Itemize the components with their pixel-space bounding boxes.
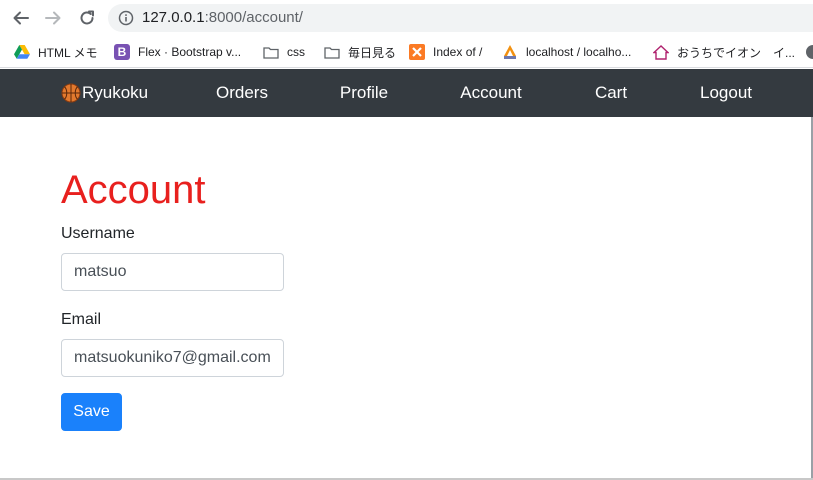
back-arrow-icon[interactable] bbox=[9, 6, 33, 30]
bookmark-css[interactable]: css bbox=[263, 42, 305, 62]
browser-toolbar: 127.0.0.1:8000/account/ bbox=[0, 0, 813, 36]
bookmarks-bar: HTML メモ B Flex · Bootstrap v... css 毎日見る… bbox=[0, 36, 813, 68]
phpmyadmin-icon bbox=[502, 44, 518, 60]
bookmark-aeon[interactable]: おうちでイオン イ... bbox=[653, 42, 795, 62]
forward-arrow-icon[interactable] bbox=[41, 6, 65, 30]
site-navbar: Ryukoku Orders Profile Account Cart Logo… bbox=[0, 69, 813, 117]
url-host: 127.0.0.1 bbox=[142, 9, 205, 26]
save-button[interactable]: Save bbox=[61, 393, 122, 431]
google-drive-icon bbox=[14, 44, 30, 60]
nav-profile[interactable]: Profile bbox=[340, 82, 388, 104]
folder-icon bbox=[263, 44, 279, 60]
bookmark-html-memo[interactable]: HTML メモ bbox=[14, 42, 98, 62]
bookmark-label: css bbox=[287, 45, 305, 59]
brand-label: Ryukoku bbox=[82, 83, 149, 102]
bookmark-localhost[interactable]: localhost / localho... bbox=[502, 42, 631, 62]
email-input[interactable] bbox=[61, 339, 284, 377]
nav-account[interactable]: Account bbox=[460, 82, 521, 104]
username-input[interactable] bbox=[61, 253, 284, 291]
nav-logout[interactable]: Logout bbox=[700, 82, 752, 104]
bookmark-label: おうちでイオン イ... bbox=[677, 45, 796, 60]
xampp-icon bbox=[409, 44, 425, 60]
bookmark-label: HTML メモ bbox=[38, 45, 98, 60]
bookmark-label: Index of / bbox=[433, 45, 483, 59]
folder-icon bbox=[324, 44, 340, 60]
bookmark-index-of[interactable]: Index of / bbox=[409, 42, 482, 62]
address-bar[interactable]: 127.0.0.1:8000/account/ bbox=[108, 4, 813, 32]
bookmark-daily[interactable]: 毎日見る bbox=[324, 42, 396, 62]
bookmark-bootstrap-flex[interactable]: B Flex · Bootstrap v... bbox=[114, 42, 241, 62]
reload-icon[interactable] bbox=[75, 6, 99, 30]
email-label: Email bbox=[61, 311, 102, 328]
info-icon[interactable] bbox=[118, 10, 134, 26]
basketball-icon bbox=[61, 83, 81, 103]
url-text: 127.0.0.1:8000/account/ bbox=[142, 9, 303, 27]
bookmark-label: localhost / localho... bbox=[526, 45, 632, 59]
house-icon bbox=[653, 44, 669, 60]
bootstrap-icon: B bbox=[114, 44, 130, 60]
bookmark-label: Flex · Bootstrap v... bbox=[138, 45, 242, 59]
page-title: Account bbox=[61, 168, 206, 212]
bookmark-label: 毎日見る bbox=[348, 45, 397, 60]
nav-cart[interactable]: Cart bbox=[595, 82, 627, 104]
url-path: :8000/account/ bbox=[204, 9, 303, 26]
username-label: Username bbox=[61, 225, 135, 242]
nav-orders[interactable]: Orders bbox=[216, 82, 268, 104]
brand-link[interactable]: Ryukoku bbox=[61, 81, 148, 105]
overflow-icon[interactable] bbox=[805, 42, 813, 62]
